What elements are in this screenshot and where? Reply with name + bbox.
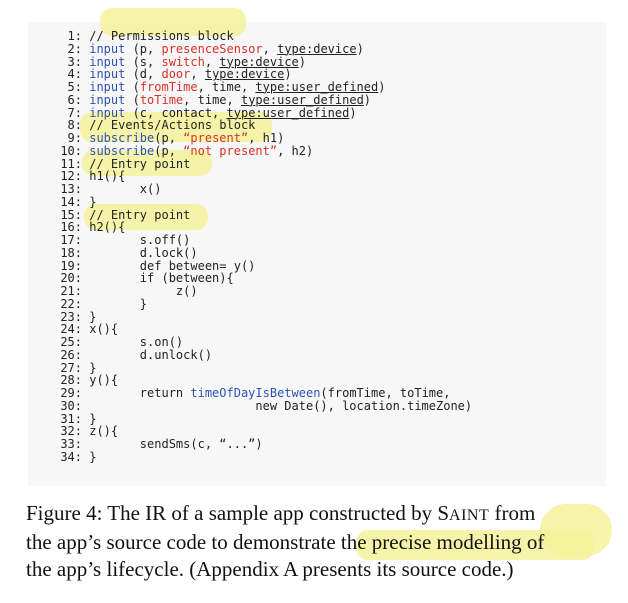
line-number: 14: bbox=[60, 194, 82, 209]
line-number: 30: bbox=[60, 398, 82, 413]
line-number: 2: bbox=[67, 41, 82, 56]
code-line: 30: new Date(), location.timeZone) bbox=[58, 398, 473, 413]
caption-line-1: Figure 4: The IR of a sample app constru… bbox=[26, 501, 536, 525]
line-number: 22: bbox=[60, 296, 82, 311]
code-token: ) bbox=[356, 41, 364, 56]
code-token: , h2) bbox=[277, 143, 314, 158]
code-token: ) bbox=[378, 80, 386, 94]
code-token: d.unlock() bbox=[139, 347, 213, 362]
code-token: sendSms(c, “...”) bbox=[139, 437, 263, 451]
line-number: 18: bbox=[60, 245, 82, 260]
line-number: 10: bbox=[60, 143, 82, 158]
code-token: x() bbox=[139, 182, 162, 196]
code-line: 34: } bbox=[58, 449, 97, 464]
code-token: z() bbox=[175, 284, 198, 298]
code-token: ) bbox=[363, 92, 372, 107]
code-token: new Date(), location.timeZone) bbox=[255, 398, 473, 413]
caption-line-3: the app’s lifecycle. (Appendix A present… bbox=[26, 557, 514, 581]
caption-line-2: the app’s source code to demonstrate the… bbox=[26, 530, 545, 554]
code-token: “not present” bbox=[183, 143, 278, 158]
code-token: ) bbox=[298, 54, 307, 69]
code-token: ) bbox=[349, 105, 357, 120]
figure-caption: Figure 4: The IR of a sample app constru… bbox=[26, 500, 606, 583]
line-number: 34: bbox=[60, 449, 82, 464]
code-token: } bbox=[139, 296, 148, 311]
code-token: } bbox=[89, 449, 97, 464]
code-line: 22: } bbox=[58, 296, 148, 311]
line-number: 26: bbox=[60, 347, 82, 362]
line-number: 6: bbox=[67, 92, 82, 107]
